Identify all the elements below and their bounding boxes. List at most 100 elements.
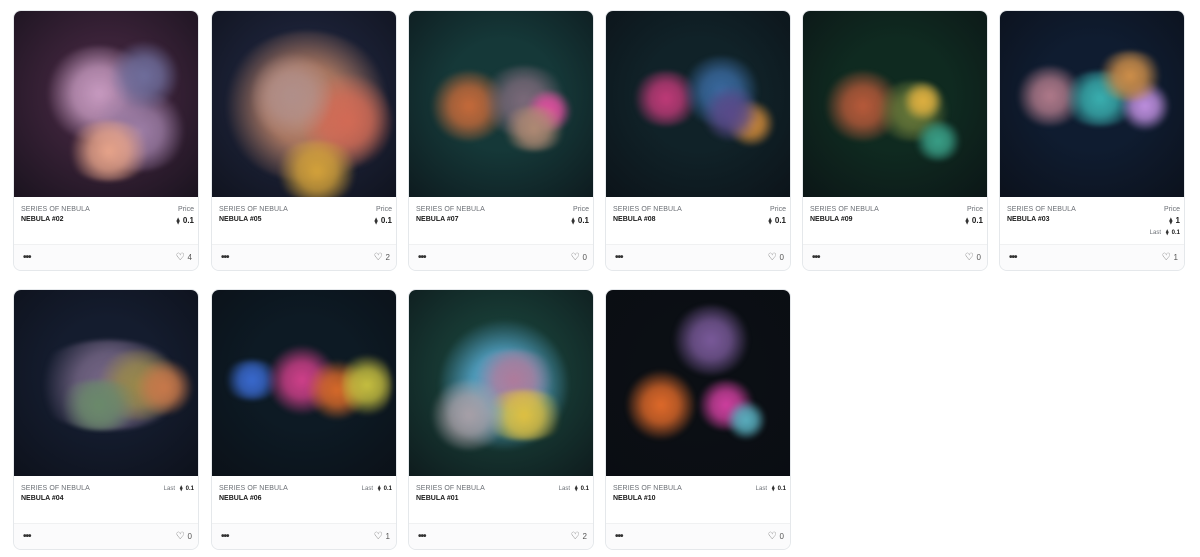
nft-artwork-image[interactable] xyxy=(409,290,593,476)
nft-card[interactable]: SERIES OF NEBULA NEBULA #03 Price ⧫ 1 Last ⧫ 0… xyxy=(999,10,1185,271)
card-footer: ••• ♡ 0 xyxy=(409,244,593,270)
more-options-icon[interactable]: ••• xyxy=(23,252,31,263)
collection-name[interactable]: SERIES OF NEBULA xyxy=(219,485,288,492)
heart-icon: ♡ xyxy=(767,531,777,542)
favorite-button[interactable]: ♡ 0 xyxy=(965,252,981,263)
price-amount: 0.1 xyxy=(380,216,392,225)
price-value: ⧫ 0.1 xyxy=(965,216,983,225)
nft-info: SERIES OF NEBULA NEBULA #05 Price ⧫ 0.1 xyxy=(212,197,396,245)
nft-artwork-image[interactable] xyxy=(14,11,198,197)
last-sale-label: Last xyxy=(558,486,571,492)
collection-name[interactable]: SERIES OF NEBULA xyxy=(416,206,485,213)
more-options-icon[interactable]: ••• xyxy=(615,252,623,263)
nft-card[interactable]: SERIES OF NEBULA NEBULA #07 Price ⧫ 0.1 ••• ♡ 0 xyxy=(408,10,594,271)
nft-name[interactable]: NEBULA #07 xyxy=(416,216,459,223)
ethereum-icon: ⧫ xyxy=(771,486,775,492)
nft-name[interactable]: NEBULA #09 xyxy=(810,216,853,223)
card-footer: ••• ♡ 2 xyxy=(212,244,396,270)
price-label: Price xyxy=(770,206,786,213)
nft-artwork-image[interactable] xyxy=(803,11,987,197)
nebula-cloud-shape xyxy=(701,86,761,141)
collection-name[interactable]: SERIES OF NEBULA xyxy=(416,485,485,492)
price-amount: 0.1 xyxy=(182,216,194,225)
price-value: ⧫ 1 xyxy=(1169,216,1180,225)
nft-artwork-image[interactable] xyxy=(606,290,790,476)
nft-name[interactable]: NEBULA #05 xyxy=(219,216,262,223)
last-sale-amount: 0.1 xyxy=(777,486,786,492)
nft-name[interactable]: NEBULA #03 xyxy=(1007,216,1050,223)
favorite-count: 1 xyxy=(1173,253,1178,262)
collection-name[interactable]: SERIES OF NEBULA xyxy=(613,485,682,492)
more-options-icon[interactable]: ••• xyxy=(615,531,623,542)
nebula-cloud-shape xyxy=(671,305,751,375)
collection-name[interactable]: SERIES OF NEBULA xyxy=(1007,206,1076,213)
favorite-button[interactable]: ♡ 0 xyxy=(768,252,784,263)
last-sale-label: Last xyxy=(163,486,176,492)
price-label: Price xyxy=(1164,206,1180,213)
ethereum-icon: ⧫ xyxy=(374,218,378,225)
card-footer: ••• ♡ 2 xyxy=(409,523,593,549)
collection-name[interactable]: SERIES OF NEBULA xyxy=(219,206,288,213)
nft-name[interactable]: NEBULA #10 xyxy=(613,495,656,502)
last-sale-amount: 0.1 xyxy=(1171,230,1180,236)
ethereum-icon: ⧫ xyxy=(965,218,969,225)
nft-card[interactable]: SERIES OF NEBULA NEBULA #05 Price ⧫ 0.1 ••• ♡ 2 xyxy=(211,10,397,271)
last-sale-amount: 0.1 xyxy=(185,486,194,492)
more-options-icon[interactable]: ••• xyxy=(418,252,426,263)
favorite-button[interactable]: ♡ 0 xyxy=(176,531,192,542)
nft-artwork-image[interactable] xyxy=(606,11,790,197)
nft-card[interactable]: SERIES OF NEBULA NEBULA #10 Last ⧫ 0.1 ••• ♡ 0 xyxy=(605,289,791,550)
favorite-button[interactable]: ♡ 0 xyxy=(571,252,587,263)
card-footer: ••• ♡ 0 xyxy=(803,244,987,270)
heart-icon: ♡ xyxy=(1161,252,1171,263)
nft-card[interactable]: SERIES OF NEBULA NEBULA #08 Price ⧫ 0.1 ••• ♡ 0 xyxy=(605,10,791,271)
favorite-count: 4 xyxy=(187,253,192,262)
nft-name[interactable]: NEBULA #01 xyxy=(416,495,459,502)
nft-name[interactable]: NEBULA #06 xyxy=(219,495,262,502)
more-options-icon[interactable]: ••• xyxy=(1009,252,1017,263)
nebula-cloud-shape xyxy=(626,370,696,440)
nft-artwork-image[interactable] xyxy=(212,290,396,476)
favorite-button[interactable]: ♡ 2 xyxy=(374,252,390,263)
nft-artwork-image[interactable] xyxy=(409,11,593,197)
favorite-button[interactable]: ♡ 1 xyxy=(1162,252,1178,263)
nft-card[interactable]: SERIES OF NEBULA NEBULA #01 Last ⧫ 0.1 ••• ♡ 2 xyxy=(408,289,594,550)
nebula-cloud-shape xyxy=(342,350,392,420)
ethereum-icon: ⧫ xyxy=(377,486,381,492)
more-options-icon[interactable]: ••• xyxy=(418,531,426,542)
nft-name[interactable]: NEBULA #02 xyxy=(21,216,64,223)
nft-artwork-image[interactable] xyxy=(212,11,396,197)
favorite-count: 1 xyxy=(385,532,390,541)
more-options-icon[interactable]: ••• xyxy=(812,252,820,263)
collection-name[interactable]: SERIES OF NEBULA xyxy=(810,206,879,213)
nft-name[interactable]: NEBULA #08 xyxy=(613,216,656,223)
favorite-button[interactable]: ♡ 0 xyxy=(768,531,784,542)
last-sale-label: Last xyxy=(361,486,374,492)
collection-name[interactable]: SERIES OF NEBULA xyxy=(21,485,90,492)
price-value: ⧫ 0.1 xyxy=(176,216,194,225)
favorite-count: 0 xyxy=(976,253,981,262)
price-value: ⧫ 0.1 xyxy=(571,216,589,225)
nft-card[interactable]: SERIES OF NEBULA NEBULA #04 Last ⧫ 0.1 ••• ♡ 0 xyxy=(13,289,199,550)
heart-icon: ♡ xyxy=(570,252,580,263)
price-label: Price xyxy=(178,206,194,213)
card-footer: ••• ♡ 0 xyxy=(606,523,790,549)
collection-name[interactable]: SERIES OF NEBULA xyxy=(613,206,682,213)
favorite-button[interactable]: ♡ 1 xyxy=(374,531,390,542)
price-label: Price xyxy=(573,206,589,213)
nft-card[interactable]: SERIES OF NEBULA NEBULA #06 Last ⧫ 0.1 ••• ♡ 1 xyxy=(211,289,397,550)
nft-card[interactable]: SERIES OF NEBULA NEBULA #02 Price ⧫ 0.1 ••• ♡ 4 xyxy=(13,10,199,271)
nft-name[interactable]: NEBULA #04 xyxy=(21,495,64,502)
price-label: Price xyxy=(376,206,392,213)
nft-artwork-image[interactable] xyxy=(14,290,198,476)
more-options-icon[interactable]: ••• xyxy=(23,531,31,542)
nft-info: SERIES OF NEBULA NEBULA #04 Last ⧫ 0.1 xyxy=(14,476,198,524)
more-options-icon[interactable]: ••• xyxy=(221,252,229,263)
nft-card[interactable]: SERIES OF NEBULA NEBULA #09 Price ⧫ 0.1 ••• ♡ 0 xyxy=(802,10,988,271)
collection-name[interactable]: SERIES OF NEBULA xyxy=(21,206,90,213)
nft-artwork-image[interactable] xyxy=(1000,11,1184,197)
favorite-count: 2 xyxy=(385,253,390,262)
more-options-icon[interactable]: ••• xyxy=(221,531,229,542)
favorite-button[interactable]: ♡ 4 xyxy=(176,252,192,263)
favorite-button[interactable]: ♡ 2 xyxy=(571,531,587,542)
